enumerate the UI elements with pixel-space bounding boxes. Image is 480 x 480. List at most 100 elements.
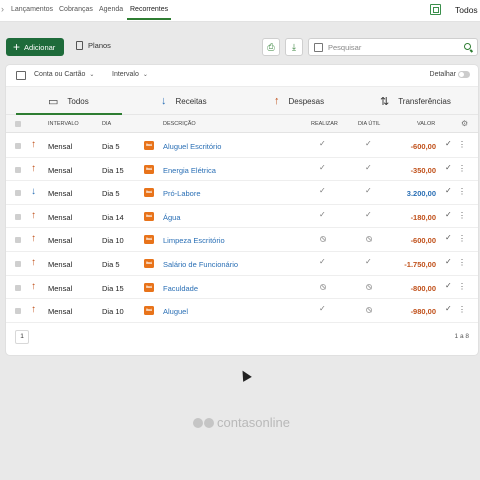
more-options-icon[interactable]: ⋮ [458,306,466,314]
settings-icon[interactable]: ⚙ [461,119,468,128]
select-all-checkbox[interactable] [15,121,21,127]
row-valor: -980,00 [410,307,436,317]
realizar-check-icon[interactable]: ✓ [319,304,326,313]
more-options-icon[interactable]: ⋮ [458,141,466,149]
tab-agenda[interactable]: Agenda [99,6,123,13]
period-selector[interactable]: Todos o [455,5,480,15]
row-descricao-link[interactable]: Limpeza Escritório [163,236,225,245]
table-row[interactable]: ↑ Mensal Dia 5 Itaú Aluguel Escritório ✓ ✓ -600… [6,134,478,158]
dia-util-disabled-icon[interactable] [366,283,372,290]
table-row[interactable]: ↑ Mensal Dia 15 Itaú Energia Elétrica ✓ ✓ -350,… [6,158,478,182]
more-options-icon[interactable]: ⋮ [458,259,466,267]
realizar-check-icon[interactable]: ✓ [319,139,326,148]
more-options-icon[interactable]: ⋮ [458,164,466,173]
realizar-check-icon[interactable]: ✓ [319,257,326,266]
account-filter[interactable]: Conta ou Cartão ⌄ [34,71,94,78]
calendar-icon[interactable] [16,71,26,80]
confirm-check-icon[interactable]: ✓ [445,257,452,266]
table-row[interactable]: ↑ Mensal Dia 10 Itaú Aluguel ✓ -980,00 ✓ ⋮ [6,299,478,323]
dia-util-check-icon[interactable]: ✓ [365,257,372,266]
dia-util-check-icon[interactable]: ✓ [365,186,372,195]
tab-transferencias[interactable]: ⇅ Transferências [380,87,451,115]
row-descricao-link[interactable]: Aluguel [163,307,188,316]
realizar-disabled-icon[interactable] [320,236,326,243]
chevron-right-icon[interactable]: › [1,4,4,14]
confirm-check-icon[interactable]: ✓ [445,281,452,290]
realizar-check-icon[interactable]: ✓ [319,163,326,172]
detail-toggle[interactable] [458,71,470,78]
confirm-check-icon[interactable]: ✓ [445,304,452,313]
row-checkbox[interactable] [15,143,21,149]
expand-icon[interactable] [430,4,441,15]
tab-transferencias-label: Transferências [398,96,451,106]
filter-icon[interactable] [314,42,323,52]
tab-receitas[interactable]: ↓ Receitas [161,87,207,115]
tab-todos[interactable]: ▭ Todos [48,87,89,115]
chevron-down-icon: ⌄ [89,72,95,78]
planos-button[interactable]: Planos [76,41,111,50]
search-input[interactable] [328,42,458,52]
header-descricao[interactable]: DESCRIÇÃO [163,121,196,127]
row-checkbox[interactable] [15,213,21,220]
realizar-disabled-icon[interactable] [320,283,326,290]
row-dia: Dia 10 [102,236,124,246]
header-valor[interactable]: VALOR [417,121,435,127]
more-options-icon[interactable]: ⋮ [458,188,466,196]
row-checkbox[interactable] [15,237,21,244]
realizar-check-icon[interactable]: ✓ [319,186,326,195]
more-options-icon[interactable]: ⋮ [458,282,466,291]
row-dia: Dia 15 [102,283,124,293]
tab-despesas[interactable]: ↑ Despesas [274,87,324,115]
page-button[interactable]: 1 [15,330,29,344]
tab-lancamentos[interactable]: Lançamentos [11,6,53,13]
row-dia: Dia 5 [102,142,120,151]
active-tab-indicator [127,18,171,20]
more-options-icon[interactable]: ⋮ [458,235,466,243]
interval-filter[interactable]: Intervalo ⌄ [112,71,148,78]
download-button[interactable]: ⤓ [285,38,303,56]
row-descricao-link[interactable]: Aluguel Escritório [163,142,221,151]
table-row[interactable]: ↓ Mensal Dia 5 Itaú Pró-Labore ✓ ✓ 3.200,00 ✓ ⋮ [6,181,478,205]
row-descricao-link[interactable]: Pró-Labore [163,189,201,198]
confirm-check-icon[interactable]: ✓ [445,186,452,195]
table-row[interactable]: ↑ Mensal Dia 5 Itaú Salário de Funcionário ✓ ✓… [6,252,478,276]
dia-util-check-icon[interactable]: ✓ [365,139,372,148]
row-valor: -350,00 [410,165,436,175]
confirm-check-icon[interactable]: ✓ [445,210,452,219]
row-checkbox[interactable] [15,261,21,267]
row-descricao-link[interactable]: Energia Elétrica [163,166,216,175]
search-icon[interactable] [464,43,471,50]
row-descricao-link[interactable]: Água [163,213,181,222]
table-row[interactable]: ↑ Mensal Dia 14 Itaú Água ✓ ✓ -180,00 ✓ ⋮ [6,205,478,229]
confirm-check-icon[interactable]: ✓ [445,139,452,148]
tab-recorrentes[interactable]: Recorrentes [130,6,168,13]
table-row[interactable]: ↑ Mensal Dia 15 Itaú Faculdade -800,00 ✓ ⋮ [6,276,478,300]
row-checkbox[interactable] [15,308,21,315]
add-button[interactable]: + Adicionar [6,38,64,56]
tab-cobrancas[interactable]: Cobranças [59,6,93,13]
bank-logo: Itaú [144,188,154,198]
row-checkbox[interactable] [15,190,21,197]
dia-util-check-icon[interactable]: ✓ [365,210,372,219]
calendar-icon: ▭ [48,95,59,108]
header-realizar: REALIZAR [311,121,338,127]
row-descricao-link[interactable]: Faculdade [163,284,198,293]
realizar-check-icon[interactable]: ✓ [319,210,326,219]
row-dia: Dia 15 [102,165,124,175]
dia-util-disabled-icon[interactable] [366,236,372,243]
row-descricao-link[interactable]: Salário de Funcionário [163,260,238,269]
more-options-icon[interactable]: ⋮ [458,211,466,220]
header-intervalo[interactable]: INTERVALO [48,121,79,127]
row-checkbox[interactable] [15,166,21,173]
header-dia[interactable]: DIA [102,121,111,127]
row-intervalo: Mensal [48,283,73,293]
confirm-check-icon[interactable]: ✓ [445,233,452,242]
dia-util-check-icon[interactable]: ✓ [365,163,372,172]
table-row[interactable]: ↑ Mensal Dia 10 Itaú Limpeza Escritório -600,… [6,228,478,252]
row-checkbox[interactable] [15,284,21,291]
confirm-check-icon[interactable]: ✓ [445,163,452,172]
arrow-up-icon: ↑ [31,209,36,221]
dia-util-disabled-icon[interactable] [366,307,372,314]
print-button[interactable]: ⎙ [262,38,280,56]
header-dia-util: DIA ÚTIL [358,121,381,127]
